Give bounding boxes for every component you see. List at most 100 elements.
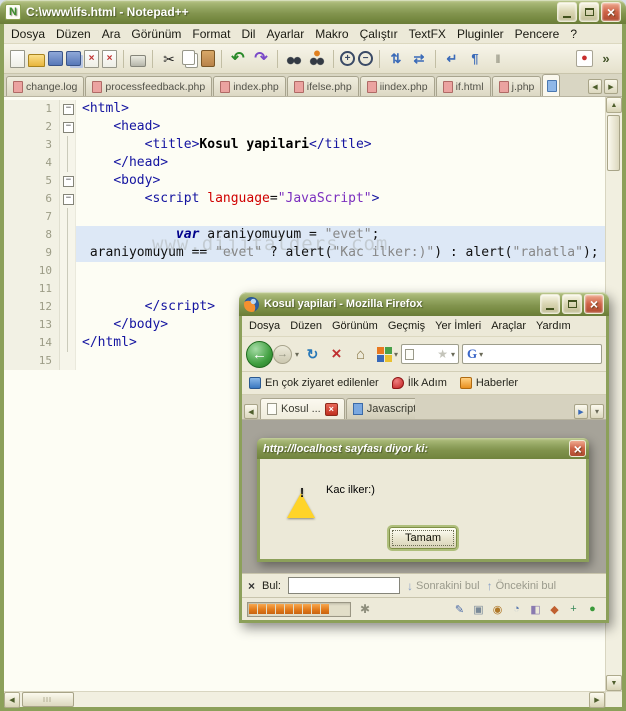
menu-item[interactable]: ? <box>570 27 577 41</box>
file-tab-iindex.php[interactable]: iindex.php <box>359 76 435 96</box>
menu-makro[interactable]: Makro <box>315 27 348 41</box>
bookmark-star-icon[interactable] <box>437 347 448 361</box>
menu-format[interactable]: Format <box>192 27 230 41</box>
menu-pluginler[interactable]: Pluginler <box>457 27 504 41</box>
close-button[interactable] <box>601 2 621 22</box>
minimize-button[interactable] <box>557 2 577 22</box>
new-document-icon[interactable] <box>10 49 25 68</box>
close-button[interactable] <box>584 294 604 314</box>
find-close-icon[interactable] <box>248 579 255 593</box>
alert-close-button[interactable] <box>569 440 586 457</box>
bookmark-en-ok-ziyaret-edilenler[interactable]: En çok ziyaret edilenler <box>249 377 379 389</box>
zoom-out-icon[interactable]: − <box>358 51 373 66</box>
copy-icon[interactable] <box>182 49 195 65</box>
refresh-button[interactable] <box>302 344 323 365</box>
search-input[interactable] <box>485 347 597 361</box>
tab-scroll-left-button[interactable] <box>244 404 258 419</box>
menu-g-r-n-m[interactable]: Görünüm <box>131 27 181 41</box>
menu-ara-lar[interactable]: Araçlar <box>491 320 526 332</box>
stop-button[interactable] <box>326 344 347 365</box>
firefox-titlebar[interactable]: Kosul yapilari - Mozilla Firefox <box>239 292 609 316</box>
record-macro-icon[interactable]: ● <box>576 50 593 67</box>
addon-status-icon[interactable]: ● <box>584 601 601 618</box>
menu-pencere[interactable]: Pencere <box>515 27 560 41</box>
maximize-button[interactable] <box>562 294 582 314</box>
sync-vertical-scroll-icon[interactable]: ⇅ <box>386 49 406 69</box>
fold-marker[interactable] <box>60 100 76 118</box>
history-dropdown-icon[interactable] <box>295 350 299 359</box>
menu-yer-i-mleri[interactable]: Yer İmleri <box>435 320 481 332</box>
menu-al-t-r[interactable]: Çalıştır <box>360 27 398 41</box>
ok-button[interactable]: Tamam <box>389 527 457 549</box>
horizontal-scrollbar[interactable] <box>4 691 622 708</box>
menu-ara[interactable]: Ara <box>102 27 121 41</box>
menu-d-zen[interactable]: Düzen <box>56 27 91 41</box>
addon-pencil-icon[interactable]: ✎ <box>451 601 468 618</box>
addon-clock-icon[interactable]: ◔ <box>508 601 525 618</box>
find-icon[interactable] <box>284 48 304 69</box>
find-input[interactable] <box>287 577 400 594</box>
file-tab-if.html[interactable]: if.html <box>435 76 491 96</box>
forward-button[interactable] <box>273 344 292 364</box>
notepadpp-titlebar[interactable]: C:\www\ifs.html - Notepad++ <box>0 0 626 24</box>
addon-plus-icon[interactable]: + <box>565 601 582 618</box>
file-tab-change.log[interactable]: change.log <box>6 76 85 96</box>
menu-dosya[interactable]: Dosya <box>249 320 280 332</box>
undo-icon[interactable]: ↶ <box>228 49 248 69</box>
cut-icon[interactable]: ✂ <box>159 49 179 69</box>
file-tab-index.php[interactable]: index.php <box>213 76 286 96</box>
tab-kosul-...[interactable]: Kosul ... <box>260 398 345 419</box>
horizontal-scroll-track[interactable] <box>74 692 589 707</box>
firebug-icon[interactable]: ✱ <box>360 602 370 616</box>
menu-ayarlar[interactable]: Ayarlar <box>266 27 304 41</box>
fold-marker[interactable] <box>60 118 76 136</box>
horizontal-scroll-thumb[interactable] <box>22 692 74 707</box>
fold-marker[interactable] <box>60 172 76 190</box>
addon-box-icon[interactable]: ◧ <box>527 601 544 618</box>
redo-icon[interactable]: ↷ <box>251 49 271 69</box>
menu-dosya[interactable]: Dosya <box>11 27 45 41</box>
fold-marker[interactable] <box>60 190 76 208</box>
menu-ge-mi[interactable]: Geçmiş <box>388 320 425 332</box>
minimize-button[interactable] <box>540 294 560 314</box>
file-tab-item[interactable] <box>542 74 561 96</box>
scroll-right-button[interactable] <box>589 692 605 708</box>
indent-guide-icon[interactable]: ‖ <box>488 49 508 69</box>
scroll-up-button[interactable] <box>606 97 622 113</box>
file-tab-j.php[interactable]: j.php <box>491 76 542 96</box>
scroll-left-button[interactable] <box>4 692 20 708</box>
location-bar[interactable] <box>401 344 460 364</box>
save-icon[interactable] <box>48 51 63 66</box>
file-tab-ifelse.php[interactable]: ifelse.php <box>286 76 359 96</box>
replace-icon[interactable] <box>307 48 327 69</box>
scroll-down-button[interactable] <box>606 675 622 691</box>
bookmark-i-lk-ad-m[interactable]: İlk Adım <box>391 377 447 389</box>
search-box[interactable] <box>462 344 602 364</box>
menu-yard-m[interactable]: Yardım <box>536 320 571 332</box>
find-next-button[interactable]: Sonrakini bul <box>407 579 480 593</box>
menu-textfx[interactable]: TextFX <box>409 27 446 41</box>
paste-icon[interactable] <box>201 50 215 67</box>
print-icon[interactable] <box>130 55 146 67</box>
bookmark-haberler[interactable]: Haberler <box>459 377 518 389</box>
word-wrap-icon[interactable]: ↵ <box>442 49 462 69</box>
open-folder-icon[interactable] <box>28 54 45 67</box>
toolbar-overflow-icon[interactable]: » <box>596 49 616 69</box>
sync-horizontal-scroll-icon[interactable]: ⇄ <box>409 49 429 69</box>
close-all-icon[interactable]: × <box>102 49 117 68</box>
tab-scroll-left-button[interactable] <box>588 79 602 94</box>
menu-g-r-n-m[interactable]: Görünüm <box>332 320 378 332</box>
tab-scroll-right-button[interactable] <box>574 404 588 419</box>
vertical-scroll-thumb[interactable] <box>607 115 620 171</box>
find-previous-button[interactable]: Öncekini bul <box>487 579 557 593</box>
close-document-icon[interactable]: × <box>84 49 99 68</box>
tab-list-dropdown-icon[interactable] <box>590 404 604 419</box>
tab-scroll-right-button[interactable] <box>604 79 618 94</box>
addon-disc-icon[interactable]: ◉ <box>489 601 506 618</box>
addon-grid-icon[interactable]: ▣ <box>470 601 487 618</box>
quick-launch-dropdown-icon[interactable] <box>394 350 398 359</box>
search-engine-dropdown-icon[interactable] <box>479 350 483 359</box>
tab-javascript-i...[interactable]: Javascript i... <box>345 398 415 419</box>
save-all-icon[interactable] <box>66 51 81 66</box>
file-tab-processfeedback.php[interactable]: processfeedback.php <box>85 76 213 96</box>
